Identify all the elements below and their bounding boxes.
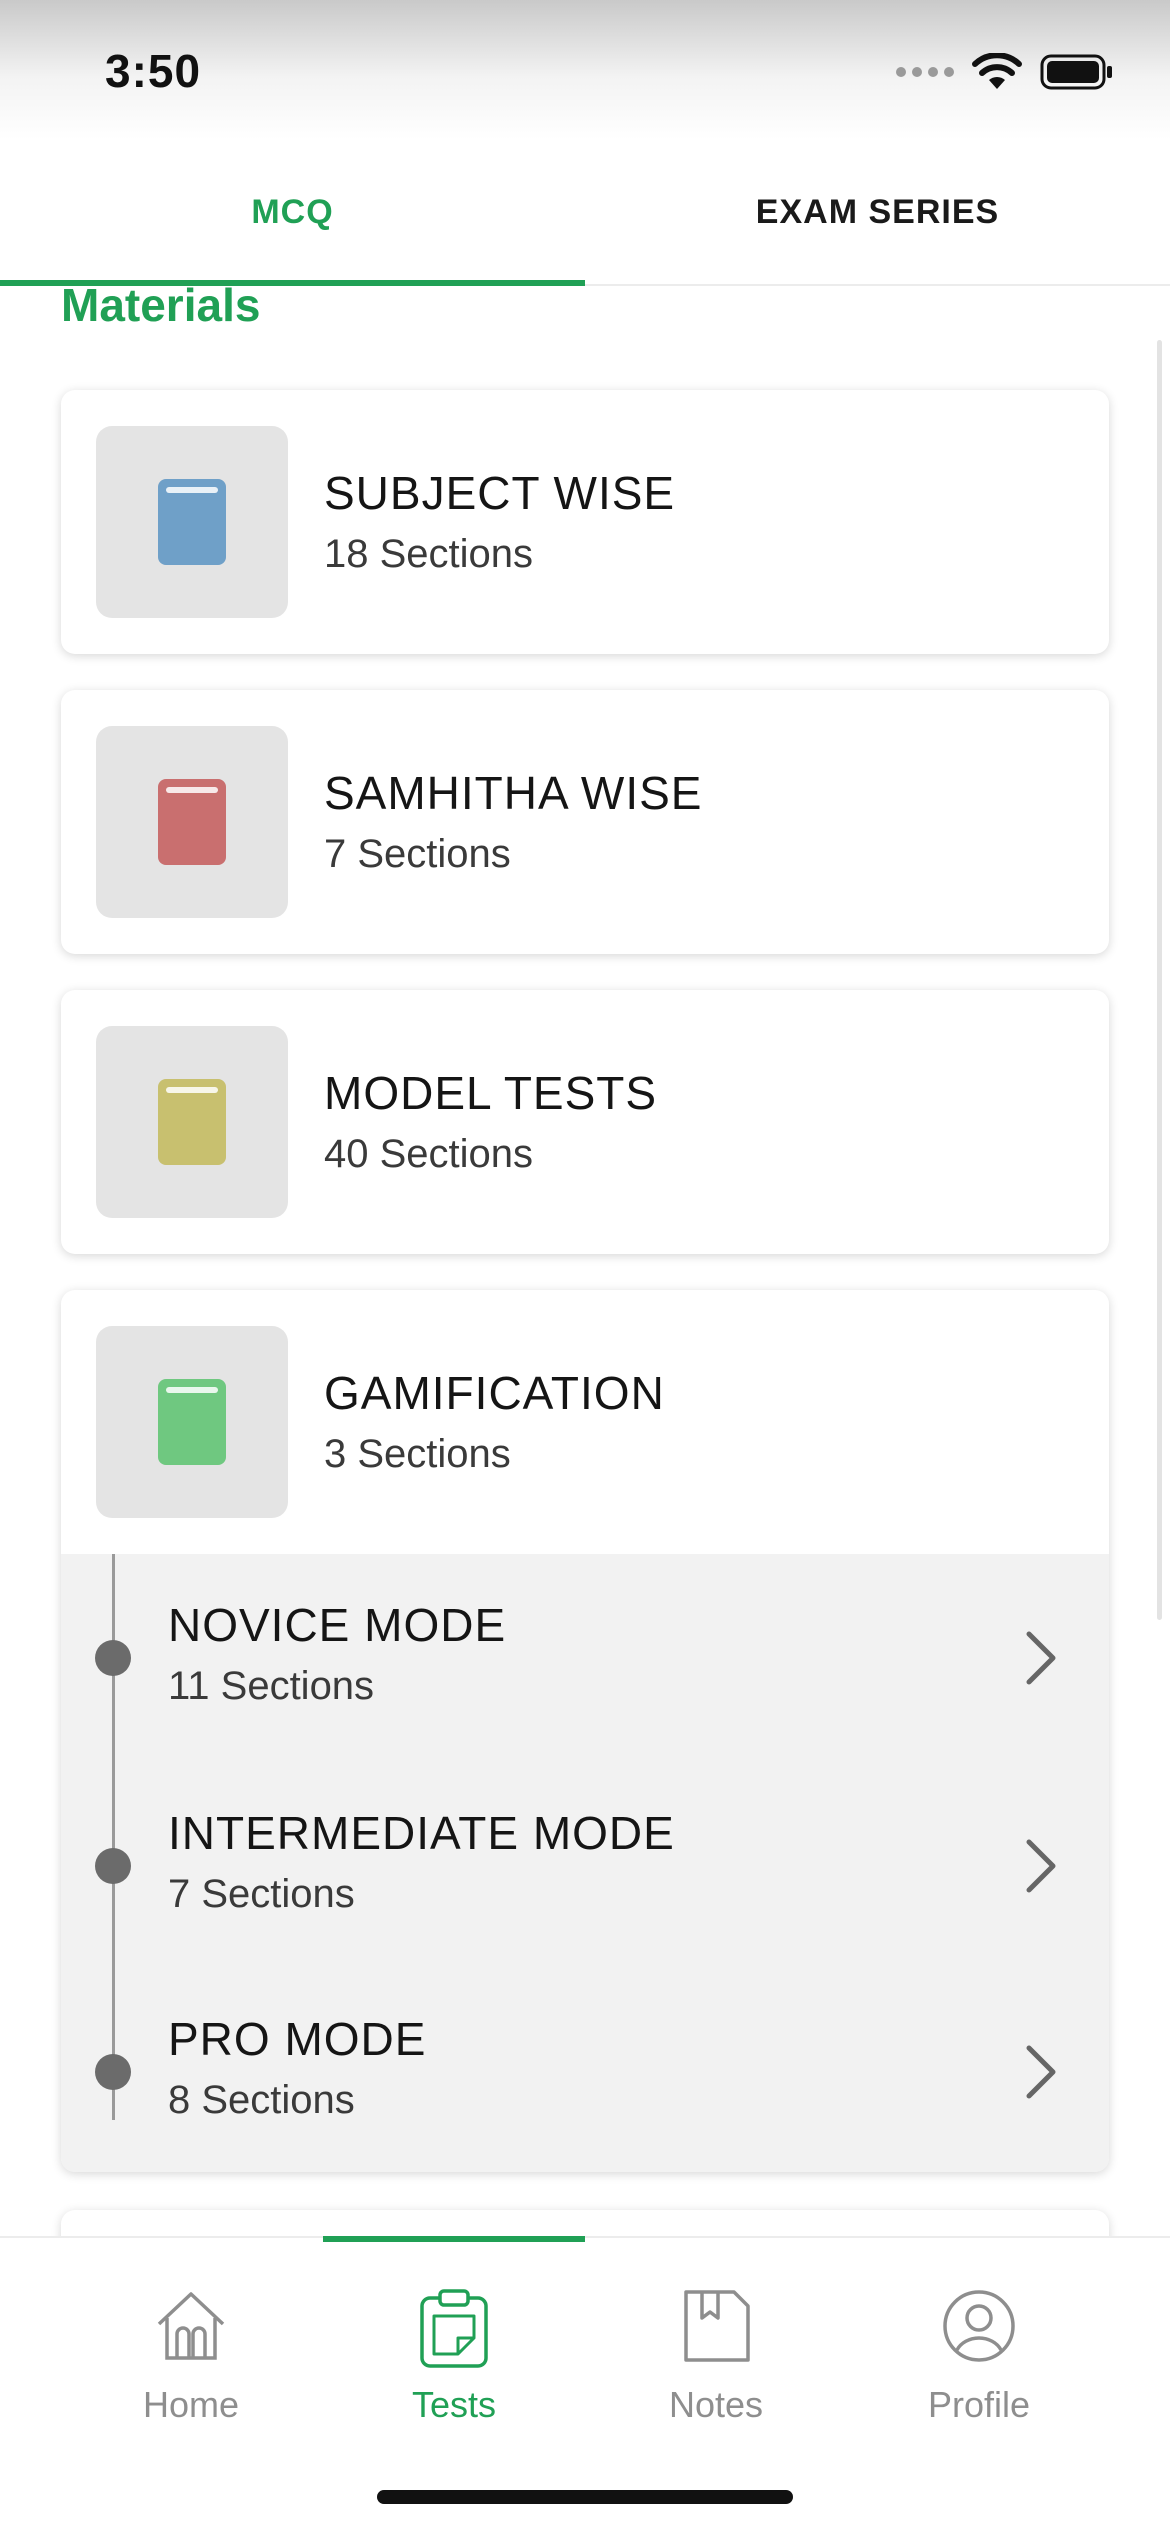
nav-label: Notes (668, 2384, 764, 2425)
cellular-signal-icon (896, 67, 954, 77)
book-icon (158, 479, 226, 565)
card-samhitha-wise[interactable]: SAMHITHA WISE 7 Sections (61, 690, 1109, 954)
wifi-icon (972, 53, 1022, 91)
card-title: MODEL TESTS (324, 1067, 658, 1119)
clipboard-icon (420, 2289, 488, 2368)
card-title: SAMHITHA WISE (324, 767, 703, 819)
bottom-tab-bar: Home Tests Notes Profile (0, 2236, 1170, 2532)
gamification-mode-list: NOVICE MODE 11 Sections INTERMEDIATE MOD… (61, 1554, 1109, 2172)
tab-exam-series[interactable]: EXAM SERIES (585, 140, 1170, 284)
chevron-right-icon (1026, 2045, 1056, 2099)
card-subtitle: 18 Sections (324, 532, 534, 576)
section-title: Materials (61, 279, 261, 331)
book-icon (158, 1379, 226, 1465)
timeline-dot (95, 1848, 131, 1884)
card-thumbnail (96, 1026, 288, 1218)
timeline-dot (95, 1640, 131, 1676)
scrollbar[interactable] (1157, 340, 1162, 1620)
card-gamification[interactable]: GAMIFICATION 3 Sections NOVICE MODE 11 S… (61, 1290, 1109, 2172)
chevron-right-icon (1026, 1631, 1056, 1685)
mode-item-pro[interactable]: PRO MODE 8 Sections (61, 1966, 1109, 2172)
card-thumbnail (96, 1326, 288, 1518)
status-bar: 3:50 (0, 0, 1170, 140)
status-icons (896, 52, 1114, 92)
status-time: 3:50 (105, 45, 202, 97)
card-subtitle: 7 Sections (324, 832, 511, 876)
book-icon (158, 779, 226, 865)
mode-item-novice[interactable]: NOVICE MODE 11 Sections (61, 1554, 1109, 1760)
nav-notes[interactable]: Notes (585, 2238, 847, 2458)
card-title: SUBJECT WISE (324, 467, 676, 519)
bookmark-note-icon (684, 2290, 750, 2362)
timeline-dot (95, 2054, 131, 2090)
battery-icon (1040, 54, 1114, 90)
card-model-tests[interactable]: MODEL TESTS 40 Sections (61, 990, 1109, 1254)
nav-label: Profile (927, 2384, 1031, 2425)
card-subtitle: 40 Sections (324, 1132, 534, 1176)
mode-title: PRO MODE (168, 2013, 427, 2065)
mode-title: NOVICE MODE (168, 1599, 507, 1651)
nav-home[interactable]: Home (60, 2238, 322, 2458)
home-icon (157, 2292, 225, 2360)
card-thumbnail (96, 726, 288, 918)
card-thumbnail (96, 426, 288, 618)
card-title: GAMIFICATION (324, 1367, 665, 1419)
mode-title: INTERMEDIATE MODE (168, 1807, 675, 1859)
mode-item-intermediate[interactable]: INTERMEDIATE MODE 7 Sections (61, 1760, 1109, 1966)
nav-tests[interactable]: Tests (323, 2236, 585, 2458)
nav-label: Home (142, 2384, 240, 2425)
mode-subtitle: 11 Sections (168, 1664, 375, 1708)
card-subtitle: 3 Sections (324, 1432, 511, 1476)
mode-subtitle: 7 Sections (168, 1872, 355, 1916)
user-circle-icon (943, 2290, 1015, 2362)
mode-subtitle: 8 Sections (168, 2078, 355, 2122)
card-subject-wise[interactable]: SUBJECT WISE 18 Sections (61, 390, 1109, 654)
nav-label: Tests (411, 2384, 497, 2425)
tab-mcq[interactable]: MCQ (0, 140, 585, 286)
nav-profile[interactable]: Profile (848, 2238, 1110, 2458)
home-indicator[interactable] (377, 2490, 793, 2504)
book-icon (158, 1079, 226, 1165)
top-tab-bar: MCQ EXAM SERIES (0, 140, 1170, 286)
chevron-right-icon (1026, 1839, 1056, 1893)
